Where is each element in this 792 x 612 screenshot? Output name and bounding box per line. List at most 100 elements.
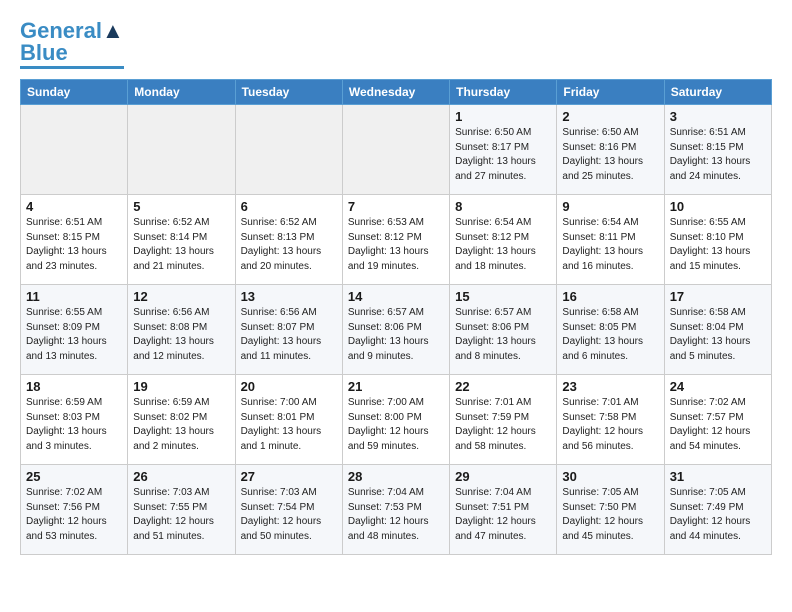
day-info: Sunrise: 6:58 AM Sunset: 8:04 PM Dayligh… bbox=[670, 306, 766, 364]
day-number: 25 bbox=[26, 469, 122, 484]
day-number: 12 bbox=[133, 289, 229, 304]
calendar-cell: 20 Sunrise: 7:00 AM Sunset: 8:01 PM Dayli… bbox=[235, 375, 342, 465]
day-info: Sunrise: 7:04 AM Sunset: 7:53 PM Dayligh… bbox=[348, 486, 444, 544]
weekday-header-tuesday: Tuesday bbox=[235, 80, 342, 105]
calendar-cell: 18 Sunrise: 6:59 AM Sunset: 8:03 PM Dayli… bbox=[21, 375, 128, 465]
weekday-header-saturday: Saturday bbox=[664, 80, 771, 105]
calendar-week-4: 18 Sunrise: 6:59 AM Sunset: 8:03 PM Dayli… bbox=[21, 375, 772, 465]
day-info: Sunrise: 7:01 AM Sunset: 7:58 PM Dayligh… bbox=[562, 396, 658, 454]
day-info: Sunrise: 7:00 AM Sunset: 8:01 PM Dayligh… bbox=[241, 396, 337, 454]
calendar-cell: 9 Sunrise: 6:54 AM Sunset: 8:11 PM Daylig… bbox=[557, 195, 664, 285]
day-number: 24 bbox=[670, 379, 766, 394]
calendar-cell: 5 Sunrise: 6:52 AM Sunset: 8:14 PM Daylig… bbox=[128, 195, 235, 285]
day-number: 18 bbox=[26, 379, 122, 394]
day-number: 7 bbox=[348, 199, 444, 214]
logo-blue: Blue bbox=[20, 40, 68, 65]
page-header: General▲ Blue bbox=[20, 20, 772, 69]
calendar-week-1: 1 Sunrise: 6:50 AM Sunset: 8:17 PM Daylig… bbox=[21, 105, 772, 195]
day-info: Sunrise: 6:53 AM Sunset: 8:12 PM Dayligh… bbox=[348, 216, 444, 274]
day-info: Sunrise: 7:04 AM Sunset: 7:51 PM Dayligh… bbox=[455, 486, 551, 544]
calendar-cell: 8 Sunrise: 6:54 AM Sunset: 8:12 PM Daylig… bbox=[450, 195, 557, 285]
day-number: 11 bbox=[26, 289, 122, 304]
weekday-header-wednesday: Wednesday bbox=[342, 80, 449, 105]
day-number: 16 bbox=[562, 289, 658, 304]
calendar-cell bbox=[235, 105, 342, 195]
day-info: Sunrise: 7:02 AM Sunset: 7:57 PM Dayligh… bbox=[670, 396, 766, 454]
day-number: 23 bbox=[562, 379, 658, 394]
day-info: Sunrise: 6:57 AM Sunset: 8:06 PM Dayligh… bbox=[455, 306, 551, 364]
calendar-cell: 14Sunrise: 6:57 AM Sunset: 8:06 PM Dayli… bbox=[342, 285, 449, 375]
calendar-cell: 19 Sunrise: 6:59 AM Sunset: 8:02 PM Dayli… bbox=[128, 375, 235, 465]
calendar-cell: 22 Sunrise: 7:01 AM Sunset: 7:59 PM Dayli… bbox=[450, 375, 557, 465]
calendar-cell: 24 Sunrise: 7:02 AM Sunset: 7:57 PM Dayli… bbox=[664, 375, 771, 465]
calendar-cell: 1 Sunrise: 6:50 AM Sunset: 8:17 PM Daylig… bbox=[450, 105, 557, 195]
day-info: Sunrise: 6:59 AM Sunset: 8:03 PM Dayligh… bbox=[26, 396, 122, 454]
calendar-cell: 31Sunrise: 7:05 AM Sunset: 7:49 PM Dayli… bbox=[664, 465, 771, 555]
calendar-table: SundayMondayTuesdayWednesdayThursdayFrid… bbox=[20, 79, 772, 555]
calendar-cell: 10Sunrise: 6:55 AM Sunset: 8:10 PM Dayli… bbox=[664, 195, 771, 285]
day-info: Sunrise: 6:50 AM Sunset: 8:16 PM Dayligh… bbox=[562, 126, 658, 184]
day-info: Sunrise: 7:05 AM Sunset: 7:49 PM Dayligh… bbox=[670, 486, 766, 544]
calendar-cell: 12 Sunrise: 6:56 AM Sunset: 8:08 PM Dayli… bbox=[128, 285, 235, 375]
day-info: Sunrise: 6:59 AM Sunset: 8:02 PM Dayligh… bbox=[133, 396, 229, 454]
calendar-cell: 2 Sunrise: 6:50 AM Sunset: 8:16 PM Daylig… bbox=[557, 105, 664, 195]
calendar-cell: 7 Sunrise: 6:53 AM Sunset: 8:12 PM Daylig… bbox=[342, 195, 449, 285]
day-info: Sunrise: 7:03 AM Sunset: 7:54 PM Dayligh… bbox=[241, 486, 337, 544]
day-info: Sunrise: 6:57 AM Sunset: 8:06 PM Dayligh… bbox=[348, 306, 444, 364]
day-info: Sunrise: 6:51 AM Sunset: 8:15 PM Dayligh… bbox=[670, 126, 766, 184]
day-number: 19 bbox=[133, 379, 229, 394]
day-info: Sunrise: 7:02 AM Sunset: 7:56 PM Dayligh… bbox=[26, 486, 122, 544]
day-number: 26 bbox=[133, 469, 229, 484]
day-info: Sunrise: 6:54 AM Sunset: 8:11 PM Dayligh… bbox=[562, 216, 658, 274]
day-info: Sunrise: 6:55 AM Sunset: 8:09 PM Dayligh… bbox=[26, 306, 122, 364]
calendar-week-2: 4 Sunrise: 6:51 AM Sunset: 8:15 PM Daylig… bbox=[21, 195, 772, 285]
day-info: Sunrise: 6:54 AM Sunset: 8:12 PM Dayligh… bbox=[455, 216, 551, 274]
day-number: 28 bbox=[348, 469, 444, 484]
day-number: 5 bbox=[133, 199, 229, 214]
day-number: 20 bbox=[241, 379, 337, 394]
logo-underline bbox=[20, 66, 124, 69]
weekday-header-thursday: Thursday bbox=[450, 80, 557, 105]
calendar-cell: 11 Sunrise: 6:55 AM Sunset: 8:09 PM Dayli… bbox=[21, 285, 128, 375]
day-number: 15 bbox=[455, 289, 551, 304]
day-info: Sunrise: 6:52 AM Sunset: 8:13 PM Dayligh… bbox=[241, 216, 337, 274]
day-info: Sunrise: 6:56 AM Sunset: 8:07 PM Dayligh… bbox=[241, 306, 337, 364]
calendar-week-3: 11 Sunrise: 6:55 AM Sunset: 8:09 PM Dayli… bbox=[21, 285, 772, 375]
calendar-cell: 23 Sunrise: 7:01 AM Sunset: 7:58 PM Dayli… bbox=[557, 375, 664, 465]
calendar-cell: 6 Sunrise: 6:52 AM Sunset: 8:13 PM Daylig… bbox=[235, 195, 342, 285]
weekday-header-friday: Friday bbox=[557, 80, 664, 105]
day-number: 1 bbox=[455, 109, 551, 124]
day-number: 9 bbox=[562, 199, 658, 214]
day-number: 6 bbox=[241, 199, 337, 214]
calendar-cell: 28 Sunrise: 7:04 AM Sunset: 7:53 PM Dayli… bbox=[342, 465, 449, 555]
day-number: 4 bbox=[26, 199, 122, 214]
calendar-cell: 26Sunrise: 7:03 AM Sunset: 7:55 PM Dayli… bbox=[128, 465, 235, 555]
day-info: Sunrise: 6:52 AM Sunset: 8:14 PM Dayligh… bbox=[133, 216, 229, 274]
day-number: 27 bbox=[241, 469, 337, 484]
calendar-header-row: SundayMondayTuesdayWednesdayThursdayFrid… bbox=[21, 80, 772, 105]
day-number: 2 bbox=[562, 109, 658, 124]
day-info: Sunrise: 6:50 AM Sunset: 8:17 PM Dayligh… bbox=[455, 126, 551, 184]
day-info: Sunrise: 7:00 AM Sunset: 8:00 PM Dayligh… bbox=[348, 396, 444, 454]
day-number: 10 bbox=[670, 199, 766, 214]
calendar-cell: 15 Sunrise: 6:57 AM Sunset: 8:06 PM Dayli… bbox=[450, 285, 557, 375]
day-number: 13 bbox=[241, 289, 337, 304]
day-number: 30 bbox=[562, 469, 658, 484]
calendar-week-5: 25 Sunrise: 7:02 AM Sunset: 7:56 PM Dayli… bbox=[21, 465, 772, 555]
day-number: 8 bbox=[455, 199, 551, 214]
day-number: 29 bbox=[455, 469, 551, 484]
day-info: Sunrise: 6:56 AM Sunset: 8:08 PM Dayligh… bbox=[133, 306, 229, 364]
calendar-cell: 27 Sunrise: 7:03 AM Sunset: 7:54 PM Dayli… bbox=[235, 465, 342, 555]
logo-text: General▲ Blue bbox=[20, 20, 124, 64]
day-info: Sunrise: 7:01 AM Sunset: 7:59 PM Dayligh… bbox=[455, 396, 551, 454]
day-info: Sunrise: 6:51 AM Sunset: 8:15 PM Dayligh… bbox=[26, 216, 122, 274]
logo: General▲ Blue bbox=[20, 20, 124, 69]
day-number: 22 bbox=[455, 379, 551, 394]
calendar-cell bbox=[342, 105, 449, 195]
day-info: Sunrise: 7:05 AM Sunset: 7:50 PM Dayligh… bbox=[562, 486, 658, 544]
day-number: 21 bbox=[348, 379, 444, 394]
calendar-cell: 21 Sunrise: 7:00 AM Sunset: 8:00 PM Dayli… bbox=[342, 375, 449, 465]
day-number: 3 bbox=[670, 109, 766, 124]
calendar-cell: 16Sunrise: 6:58 AM Sunset: 8:05 PM Dayli… bbox=[557, 285, 664, 375]
calendar-cell: 13 Sunrise: 6:56 AM Sunset: 8:07 PM Dayli… bbox=[235, 285, 342, 375]
